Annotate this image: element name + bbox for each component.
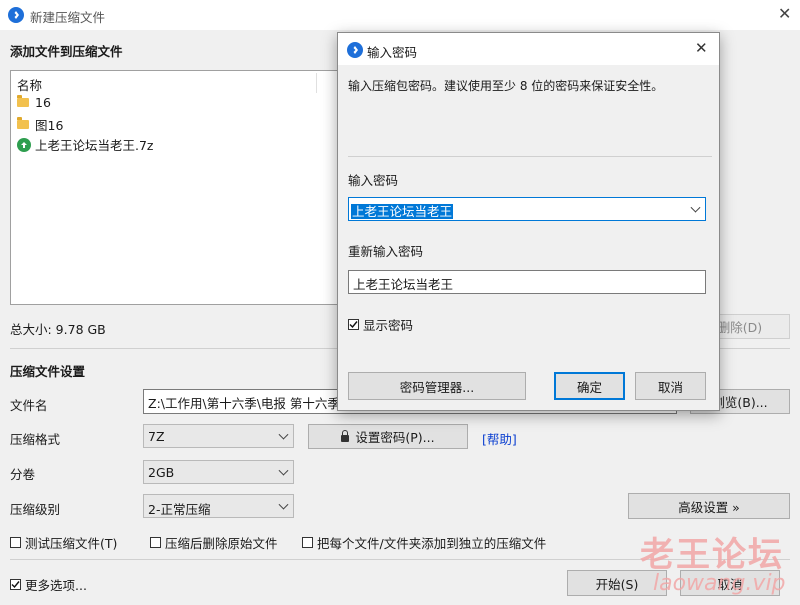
file-name: 16 [35, 95, 51, 110]
dialog-title-bar: 输入密码 ✕ [338, 33, 719, 65]
level-label: 压缩级别 [10, 502, 61, 517]
volume-label: 分卷 [10, 467, 36, 482]
set-password-button[interactable]: 设置密码(P)... [308, 424, 468, 449]
file-name: 上老王论坛当老王.7z [35, 138, 154, 153]
show-password-checkbox[interactable]: 显示密码 [348, 315, 413, 334]
total-size: 总大小: 9.78 GB [10, 322, 106, 337]
list-item[interactable]: 图16 [17, 115, 63, 134]
lock-icon [341, 429, 350, 442]
chevron-down-icon [278, 429, 289, 440]
section-add-files-title: 添加文件到压缩文件 [10, 44, 123, 59]
filename-label: 文件名 [10, 398, 48, 413]
level-value: 2-正常压缩 [148, 502, 211, 517]
ok-button[interactable]: 确定 [554, 372, 625, 400]
format-select[interactable]: 7Z [143, 424, 294, 448]
volume-value: 2GB [148, 465, 175, 480]
archive-icon [17, 137, 31, 152]
help-link[interactable]: [帮助] [482, 429, 517, 448]
delete-source-checkbox[interactable]: 压缩后删除原始文件 [150, 533, 278, 552]
confirm-password-label: 重新输入密码 [348, 244, 424, 259]
test-archive-label: 测试压缩文件(T) [25, 536, 118, 551]
section-settings-title: 压缩文件设置 [10, 364, 86, 379]
checkmark-icon [10, 579, 21, 590]
checkbox-icon [302, 537, 313, 548]
show-password-label: 显示密码 [363, 318, 414, 333]
file-list-header[interactable]: 名称 [17, 75, 42, 94]
more-options-checkbox[interactable]: 更多选项... [10, 575, 87, 594]
each-separate-checkbox[interactable]: 把每个文件/文件夹添加到独立的压缩文件 [302, 533, 546, 552]
password-input[interactable]: 上老王论坛当老王 [348, 197, 706, 221]
dialog-cancel-button[interactable]: 取消 [635, 372, 706, 400]
dialog-description: 输入压缩包密码。建议使用至少 8 位的密码来保证安全性。 [348, 79, 664, 93]
password-manager-button[interactable]: 密码管理器... [348, 372, 526, 400]
each-separate-label: 把每个文件/文件夹添加到独立的压缩文件 [317, 536, 547, 551]
set-password-label: 设置密码(P)... [355, 430, 435, 445]
watermark-text: 老王论坛 [640, 535, 784, 575]
file-list[interactable]: 名称 16 图16 上老王论坛当老王.7z [10, 70, 390, 305]
divider [348, 156, 712, 157]
dialog-title: 输入密码 [367, 45, 418, 60]
folder-icon [17, 95, 29, 107]
password-label: 输入密码 [348, 173, 399, 188]
folder-icon [17, 117, 29, 129]
volume-select[interactable]: 2GB [143, 460, 294, 484]
format-value: 7Z [148, 429, 165, 444]
chevron-down-icon [278, 499, 289, 510]
more-options-label: 更多选项... [25, 578, 87, 593]
password-value: 上老王论坛当老王 [351, 204, 454, 219]
chevron-down-icon[interactable] [690, 202, 701, 213]
checkbox-icon [10, 537, 21, 548]
checkbox-icon [150, 537, 161, 548]
dialog-close-icon[interactable]: ✕ [695, 39, 708, 57]
checkmark-icon [348, 319, 359, 330]
window-title-bar: 新建压缩文件 ✕ [0, 0, 800, 30]
app-logo-icon [347, 42, 363, 58]
window-title: 新建压缩文件 [30, 10, 106, 25]
test-archive-checkbox[interactable]: 测试压缩文件(T) [10, 533, 117, 552]
list-item[interactable]: 上老王论坛当老王.7z [17, 135, 154, 154]
watermark-url: laowang.vip [653, 571, 786, 596]
confirm-password-input[interactable]: 上老王论坛当老王 [348, 270, 706, 294]
advanced-settings-button[interactable]: 高级设置 » [628, 493, 790, 519]
chevron-down-icon [278, 465, 289, 476]
app-logo-icon [8, 7, 24, 23]
list-item[interactable]: 16 [17, 95, 51, 110]
column-divider[interactable] [316, 73, 317, 93]
format-label: 压缩格式 [10, 432, 61, 447]
delete-source-label: 压缩后删除原始文件 [165, 536, 278, 551]
password-dialog: 输入密码 ✕ 输入压缩包密码。建议使用至少 8 位的密码来保证安全性。 输入密码… [337, 32, 720, 411]
file-name: 图16 [35, 118, 64, 133]
level-select[interactable]: 2-正常压缩 [143, 494, 294, 518]
window-close-icon[interactable]: ✕ [778, 4, 791, 23]
